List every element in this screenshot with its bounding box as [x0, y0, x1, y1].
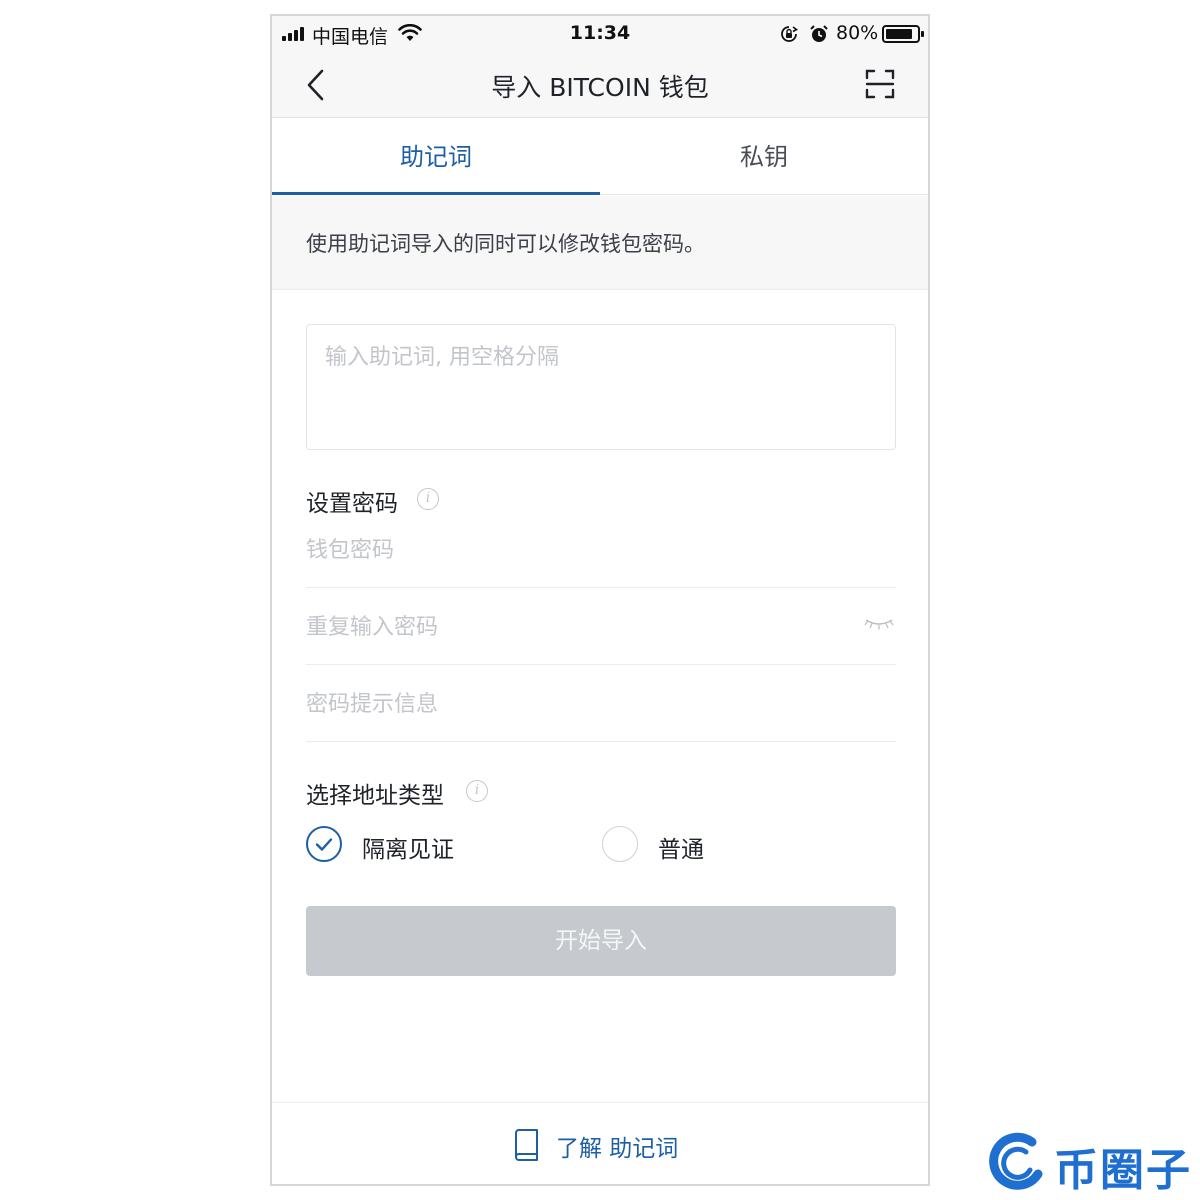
eye-closed-icon[interactable]: [864, 617, 894, 631]
battery-percentage: 80%: [836, 22, 879, 44]
start-import-button[interactable]: 开始导入: [306, 906, 896, 976]
info-banner: 使用助记词导入的同时可以修改钱包密码。: [272, 196, 928, 290]
address-type-info-icon[interactable]: i: [466, 780, 488, 802]
coin-logo-icon: [989, 1132, 1043, 1190]
repeat-password-field: [306, 589, 896, 665]
clock: 11:34: [569, 22, 631, 44]
wallet-password-input[interactable]: [306, 512, 846, 588]
watermark-logo: 币圈子: [986, 1130, 1198, 1198]
phone-screen: 中国电信 11:34 80% 导入 BITCOIN 钱包 助记词 私钥 使用助记…: [270, 14, 930, 1186]
password-info-icon[interactable]: i: [417, 488, 439, 510]
radio-normal-label: 普通: [658, 837, 704, 863]
navigation-bar: 导入 BITCOIN 钱包: [272, 52, 928, 118]
battery-icon: [882, 25, 924, 43]
tab-private-key[interactable]: 私钥: [600, 119, 928, 195]
import-method-tabs: 助记词 私钥: [272, 119, 928, 195]
address-type-label: 选择地址类型: [306, 783, 444, 809]
active-tab-indicator: [272, 192, 600, 195]
password-hint-input[interactable]: [306, 666, 846, 742]
repeat-password-input[interactable]: [306, 589, 846, 665]
learn-mnemonic-text: 了解 助记词: [556, 1136, 679, 1162]
status-bar: 中国电信 11:34 80%: [272, 16, 928, 52]
tab-mnemonic[interactable]: 助记词: [272, 119, 600, 195]
footer: 了解 助记词: [272, 1102, 928, 1184]
page-title: 导入 BITCOIN 钱包: [491, 73, 709, 102]
checkmark-circle-icon: [306, 826, 342, 862]
info-text: 使用助记词导入的同时可以修改钱包密码。: [306, 232, 705, 256]
alarm-icon: [810, 25, 828, 42]
password-hint-field: [306, 666, 896, 742]
watermark-text: 币圈子: [1054, 1145, 1192, 1196]
book-icon: [515, 1129, 538, 1161]
empty-circle-icon: [602, 826, 638, 862]
password-field: [306, 512, 896, 588]
mnemonic-input[interactable]: [306, 324, 896, 450]
radio-segwit-label: 隔离见证: [362, 837, 454, 863]
rotation-lock-icon: [781, 26, 798, 42]
scan-icon[interactable]: [864, 68, 896, 100]
